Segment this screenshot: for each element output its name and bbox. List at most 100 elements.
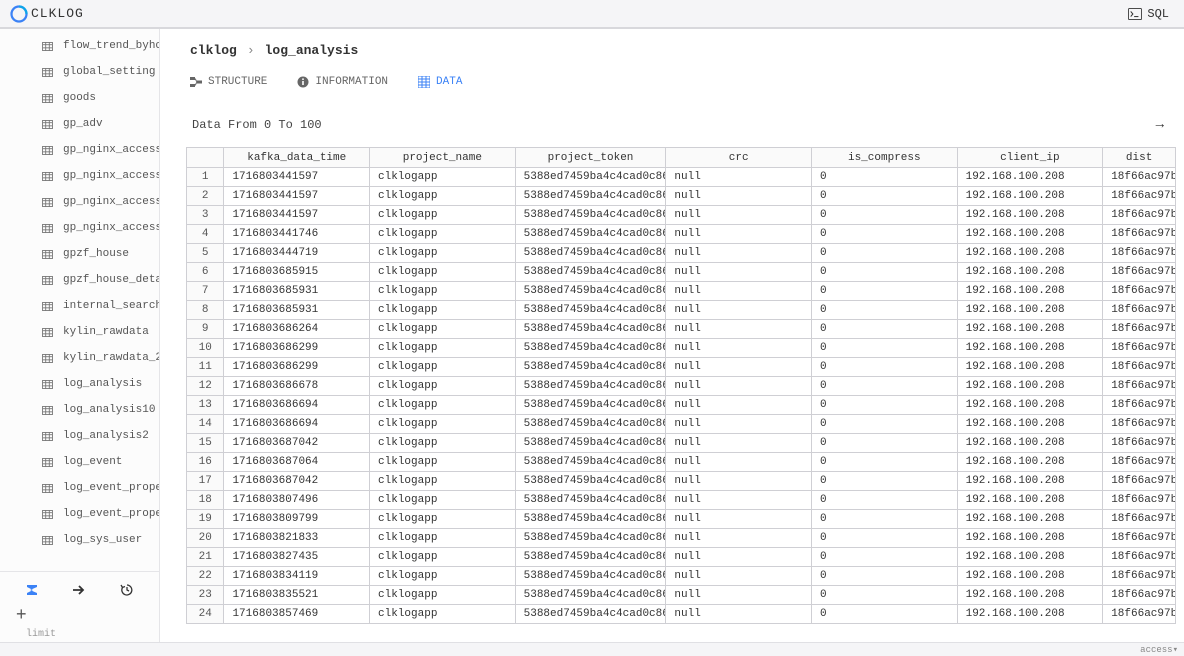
sidebar-item-log_analysis10[interactable]: log_analysis10 <box>36 397 159 423</box>
sidebar-item-log_event_properties[interactable]: log_event_properties <box>36 475 159 501</box>
table-row[interactable]: 81716803685931clklogapp5388ed7459ba4c4ca… <box>187 301 1176 320</box>
forward-icon[interactable] <box>71 582 87 598</box>
table-row[interactable]: 11716803441597clklogapp5388ed7459ba4c4ca… <box>187 168 1176 187</box>
table-row[interactable]: 61716803685915clklogapp5388ed7459ba4c4ca… <box>187 263 1176 282</box>
cell-dist: 18f66ac97b <box>1103 339 1176 358</box>
sidebar-item-gp_nginx_access2[interactable]: gp_nginx_access2 <box>36 163 159 189</box>
next-page-button[interactable]: → <box>1150 117 1170 133</box>
cell-project_token: 5388ed7459ba4c4cad0c8693 <box>515 396 666 415</box>
col-project_token[interactable]: project_token <box>515 148 666 168</box>
col-project_name[interactable]: project_name <box>370 148 516 168</box>
table-icon <box>42 68 53 77</box>
sidebar-item-kylin_rawdata[interactable]: kylin_rawdata <box>36 319 159 345</box>
cell-dist: 18f66ac97b <box>1103 358 1176 377</box>
table-row[interactable]: 231716803835521clklogapp5388ed7459ba4c4c… <box>187 586 1176 605</box>
tab-information[interactable]: INFORMATION <box>297 74 388 90</box>
status-text[interactable]: access▾ <box>1140 645 1178 655</box>
sql-button[interactable]: SQL <box>1123 5 1174 23</box>
sidebar-item-gpzf_house[interactable]: gpzf_house <box>36 241 159 267</box>
sidebar-item-gp_nginx_access_c[interactable]: gp_nginx_access_c <box>36 215 159 241</box>
cell-dist: 18f66ac97b <box>1103 605 1176 624</box>
sidebar-item-label: gp_nginx_access4 <box>63 196 159 208</box>
table-row[interactable]: 31716803441597clklogapp5388ed7459ba4c4ca… <box>187 206 1176 225</box>
sidebar-item-gp_nginx_access[interactable]: gp_nginx_access <box>36 137 159 163</box>
tab-data[interactable]: DATA <box>418 74 462 90</box>
sidebar-item-goods[interactable]: goods <box>36 85 159 111</box>
breadcrumb-table[interactable]: log_analysis <box>265 43 359 58</box>
sidebar-item-log_analysis[interactable]: log_analysis <box>36 371 159 397</box>
table-row[interactable]: 201716803821833clklogapp5388ed7459ba4c4c… <box>187 529 1176 548</box>
sidebar-item-gpzf_house_detail[interactable]: gpzf_house_detail <box>36 267 159 293</box>
sidebar-item-internal_searchwords[interactable]: internal_searchwords <box>36 293 159 319</box>
sidebar-item-log_event[interactable]: log_event <box>36 449 159 475</box>
cell-client_ip: 192.168.100.208 <box>957 320 1103 339</box>
sidebar-item-gp_adv[interactable]: gp_adv <box>36 111 159 137</box>
col-kafka_data_time[interactable]: kafka_data_time <box>224 148 370 168</box>
cell-dist: 18f66ac97b <box>1103 263 1176 282</box>
table-row[interactable]: 161716803687064clklogapp5388ed7459ba4c4c… <box>187 453 1176 472</box>
sidebar-item-gp_nginx_access4[interactable]: gp_nginx_access4 <box>36 189 159 215</box>
cell-project_token: 5388ed7459ba4c4cad0c8693 <box>515 263 666 282</box>
cell-crc: null <box>666 206 812 225</box>
table-row[interactable]: 21716803441597clklogapp5388ed7459ba4c4ca… <box>187 187 1176 206</box>
cell-project_name: clklogapp <box>370 510 516 529</box>
table-row[interactable]: 191716803809799clklogapp5388ed7459ba4c4c… <box>187 510 1176 529</box>
sigma-icon[interactable] <box>24 582 40 598</box>
cell-project_token: 5388ed7459ba4c4cad0c8693 <box>515 605 666 624</box>
sidebar-item-log_event_properties2[interactable]: log_event_properties2 <box>36 501 159 527</box>
col-dist[interactable]: dist <box>1103 148 1176 168</box>
sidebar-list[interactable]: flow_trend_byhour global_settinggoodsgp_a… <box>0 29 159 571</box>
cell-dist: 18f66ac97b <box>1103 491 1176 510</box>
col-client_ip[interactable]: client_ip <box>957 148 1103 168</box>
table-row[interactable]: 181716803807496clklogapp5388ed7459ba4c4c… <box>187 491 1176 510</box>
add-button[interactable]: + <box>8 602 151 627</box>
col-is_compress[interactable]: is_compress <box>812 148 958 168</box>
table-row[interactable]: 131716803686694clklogapp5388ed7459ba4c4c… <box>187 396 1176 415</box>
table-row[interactable]: 241716803857469clklogapp5388ed7459ba4c4c… <box>187 605 1176 624</box>
sidebar-item-kylin_rawdata_2[interactable]: kylin_rawdata_2 <box>36 345 159 371</box>
cell-kafka_data_time: 1716803687042 <box>224 472 370 491</box>
sidebar-item-label: global_setting <box>63 66 155 78</box>
cell-rownum: 17 <box>187 472 224 491</box>
table-icon <box>42 432 53 441</box>
table-row[interactable]: 151716803687042clklogapp5388ed7459ba4c4c… <box>187 434 1176 453</box>
sidebar-item-log_sys_user[interactable]: log_sys_user <box>36 527 159 553</box>
table-row[interactable]: 171716803687042clklogapp5388ed7459ba4c4c… <box>187 472 1176 491</box>
data-table-wrap[interactable]: kafka_data_timeproject_nameproject_token… <box>186 147 1176 634</box>
col-crc[interactable]: crc <box>666 148 812 168</box>
table-row[interactable]: 221716803834119clklogapp5388ed7459ba4c4c… <box>187 567 1176 586</box>
cell-is_compress: 0 <box>812 320 958 339</box>
cell-kafka_data_time: 1716803441746 <box>224 225 370 244</box>
breadcrumb-sep: › <box>247 43 255 58</box>
cell-rownum: 8 <box>187 301 224 320</box>
sidebar-item-log_analysis2[interactable]: log_analysis2 <box>36 423 159 449</box>
table-row[interactable]: 121716803686678clklogapp5388ed7459ba4c4c… <box>187 377 1176 396</box>
breadcrumb-db[interactable]: clklog <box>190 43 237 58</box>
table-row[interactable]: 51716803444719clklogapp5388ed7459ba4c4ca… <box>187 244 1176 263</box>
tab-information-label: INFORMATION <box>315 76 388 88</box>
cell-project_name: clklogapp <box>370 263 516 282</box>
sidebar-item-label: log_analysis2 <box>63 430 149 442</box>
table-row[interactable]: 141716803686694clklogapp5388ed7459ba4c4c… <box>187 415 1176 434</box>
table-row[interactable]: 111716803686299clklogapp5388ed7459ba4c4c… <box>187 358 1176 377</box>
table-row[interactable]: 41716803441746clklogapp5388ed7459ba4c4ca… <box>187 225 1176 244</box>
sidebar-item-label: log_event_properties2 <box>63 508 159 520</box>
sidebar-item-global_setting[interactable]: global_setting <box>36 59 159 85</box>
breadcrumb: clklog › log_analysis <box>178 29 1184 58</box>
history-icon[interactable] <box>119 582 135 598</box>
table-row[interactable]: 101716803686299clklogapp5388ed7459ba4c4c… <box>187 339 1176 358</box>
cell-kafka_data_time: 1716803441597 <box>224 187 370 206</box>
sidebar-item-flow_trend_byhour[interactable]: flow_trend_byhour <box>36 33 159 59</box>
table-row[interactable]: 91716803686264clklogapp5388ed7459ba4c4ca… <box>187 320 1176 339</box>
table-row[interactable]: 71716803685931clklogapp5388ed7459ba4c4ca… <box>187 282 1176 301</box>
cell-kafka_data_time: 1716803821833 <box>224 529 370 548</box>
tab-structure[interactable]: STRUCTURE <box>190 74 267 90</box>
table-row[interactable]: 211716803827435clklogapp5388ed7459ba4c4c… <box>187 548 1176 567</box>
cell-client_ip: 192.168.100.208 <box>957 187 1103 206</box>
cell-is_compress: 0 <box>812 358 958 377</box>
cell-project_token: 5388ed7459ba4c4cad0c8693 <box>515 434 666 453</box>
col-rownum[interactable] <box>187 148 224 168</box>
cell-client_ip: 192.168.100.208 <box>957 244 1103 263</box>
cell-dist: 18f66ac97b <box>1103 453 1176 472</box>
tab-structure-label: STRUCTURE <box>208 76 267 88</box>
